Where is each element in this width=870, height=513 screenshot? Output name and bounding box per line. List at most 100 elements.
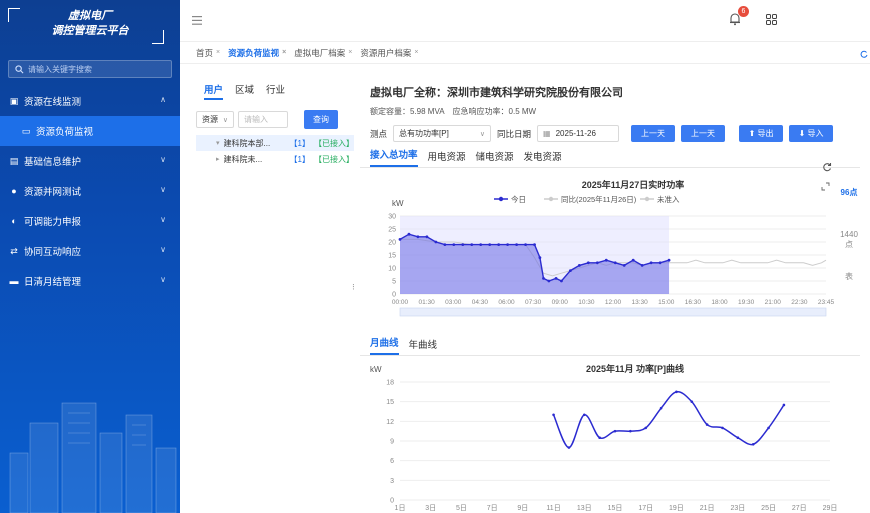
y-tick-label: 25 <box>388 227 396 234</box>
y-tick-label: 20 <box>388 240 396 247</box>
tree-node[interactable]: ▸ 建科院未... 【1】 【已接入】 <box>216 151 354 167</box>
today-point <box>452 243 456 246</box>
caret-down-icon[interactable]: ▾ <box>216 139 220 147</box>
fullscreen-icon[interactable] <box>821 182 830 191</box>
x-tick-label: 23日 <box>730 504 745 512</box>
compare-date-picker[interactable]: ▦ 2025-11-26 <box>537 125 620 142</box>
tree-tab-1[interactable]: 区域 <box>235 82 254 100</box>
today-point <box>622 264 626 267</box>
resource-tab-0[interactable]: 接入总功率 <box>370 147 418 167</box>
close-icon[interactable]: × <box>282 49 286 56</box>
x-tick-label: 3日 <box>425 504 436 512</box>
y-tick-label: 6 <box>390 458 394 465</box>
curve-tab-1[interactable]: 年曲线 <box>409 337 438 355</box>
page-tab-1[interactable]: 资源负荷监视 × <box>228 47 286 59</box>
today-point <box>524 243 527 246</box>
sidebar-item-4[interactable]: ◐ 可调能力申报 ∨ <box>0 206 180 236</box>
monthly-point <box>582 413 586 417</box>
close-icon[interactable]: × <box>348 49 352 56</box>
menu-toggle-icon[interactable] <box>192 16 202 25</box>
sidebar-search[interactable] <box>8 60 172 78</box>
resource-tab-2[interactable]: 储电资源 <box>476 149 514 167</box>
caret-right-icon[interactable]: ▸ <box>216 155 220 163</box>
import-button[interactable]: ⬇ 导入 <box>789 125 834 142</box>
today-point <box>434 240 438 244</box>
monthly-point <box>629 429 632 433</box>
tree-tab-2[interactable]: 行业 <box>266 82 285 100</box>
sidebar-item-1[interactable]: ▭ 资源负荷监视 <box>0 116 180 146</box>
close-icon[interactable]: × <box>216 49 220 56</box>
sidebar-item-label: 资源并网测试 <box>24 187 82 198</box>
tree-tab-0[interactable]: 用户 <box>204 82 224 100</box>
refresh-tabs-icon[interactable] <box>860 50 868 58</box>
monthly-point <box>721 426 724 430</box>
resource-tab-3[interactable]: 发电资源 <box>524 149 562 167</box>
sidebar-item-3[interactable]: ● 资源并网测试 ∨ <box>0 176 180 206</box>
x-tick-label: 21日 <box>700 504 715 512</box>
page-tab-3[interactable]: 资源用户档案 × <box>360 47 418 59</box>
query-button[interactable]: 查询 <box>304 110 338 129</box>
sidebar-item-6[interactable]: ▬ 日清月结管理 ∨ <box>0 266 180 296</box>
today-point <box>658 261 662 265</box>
chevron-down-icon: ∨ <box>160 215 166 224</box>
tree-node[interactable]: ▾ 建科院本部... 【1】 【已接入】 <box>196 135 354 151</box>
capacity-text: 额定容量：5.98 MVA <box>370 107 445 116</box>
x-tick-label: 16:30 <box>685 299 702 306</box>
monthly-point <box>567 446 571 449</box>
y-tick-label: 3 <box>390 478 394 485</box>
x-tick-label: 03:00 <box>445 299 462 306</box>
today-point <box>533 243 536 246</box>
refresh-icon[interactable] <box>822 162 832 172</box>
sidebar-item-label: 基础信息维护 <box>24 157 82 168</box>
y-tick-label: 12 <box>386 419 394 426</box>
filter-type-select[interactable]: 资源 ∨ <box>196 111 234 128</box>
calendar-icon: ▦ <box>543 129 551 138</box>
page-tab-label: 资源用户档案 <box>360 47 412 58</box>
sidebar-item-5[interactable]: ⇄ 协同互动响应 ∨ <box>0 236 180 266</box>
compare-date-label: 同比日期 <box>497 128 532 139</box>
prev-day-button[interactable]: 上一天 <box>631 125 676 142</box>
curve-tab-0[interactable]: 月曲线 <box>370 335 399 355</box>
x-tick-label: 15日 <box>608 504 623 512</box>
x-tick-label: 04:30 <box>472 299 489 306</box>
page-tab-2[interactable]: 虚拟电厂档案 × <box>294 47 352 59</box>
search-icon <box>15 64 24 73</box>
today-point <box>667 258 671 262</box>
sidebar-item-0[interactable]: ▣ 资源在线监测 ∧ <box>0 86 180 116</box>
sidebar-item-icon: ◐ <box>11 216 17 226</box>
chevron-down-icon: ∨ <box>222 116 228 124</box>
realtime-power-chart: 2025年11月27日实时功率 kW 今日 同比(2025年11月26日) 未准入 0 5 1… <box>388 179 835 317</box>
sidebar-item-icon: ▬ <box>9 276 19 286</box>
panel-resize-handle[interactable]: ⁝ <box>352 282 355 293</box>
page-tab-label: 首页 <box>196 47 214 58</box>
next-day-button[interactable]: 上一天 <box>681 125 726 142</box>
legend-label: 今日 <box>511 194 526 204</box>
chart2-title: 2025年11月 功率[P]曲线 <box>586 363 684 374</box>
sidebar-item-label: 协同互动响应 <box>24 247 82 258</box>
today-point <box>640 264 644 267</box>
monthly-point <box>767 426 770 430</box>
sidebar-search-input[interactable] <box>28 64 148 74</box>
metric-select[interactable]: 总有功功率[P] ∨ <box>393 125 492 142</box>
resolution-tab-2[interactable]: 表 <box>838 272 860 282</box>
x-tick-label: 01:30 <box>418 299 435 306</box>
resource-tab-1[interactable]: 用电资源 <box>428 149 466 167</box>
app-logo: 虚拟电厂 调控管理云平台 <box>0 0 180 54</box>
chevron-up-icon: ∧ <box>160 95 166 104</box>
monthly-point <box>552 413 555 417</box>
y-tick-label: 30 <box>388 214 396 221</box>
page-tab-0[interactable]: 首页 × <box>196 47 220 59</box>
resolution-tab-0[interactable]: 96点 <box>838 188 860 198</box>
sidebar-menu: ▣ 资源在线监测 ∧ ▭ 资源负荷监视 ▤ 基础信息维护 ∨ ● 资源并网测试 ∨ ◐ 可调能力申报 ∨ ⇄… <box>0 86 180 296</box>
filter-input[interactable]: 请输入 <box>238 111 288 128</box>
sidebar-item-icon: ▭ <box>21 125 31 136</box>
resolution-tab-1[interactable]: 1440点 <box>838 230 860 250</box>
x-tick-label: 15:00 <box>658 299 675 306</box>
today-point <box>443 243 447 246</box>
sidebar-item-icon: ● <box>11 186 17 196</box>
sidebar-item-2[interactable]: ▤ 基础信息维护 ∨ <box>0 146 180 176</box>
zoom-slider[interactable] <box>399 307 827 317</box>
grid-apps-icon[interactable] <box>766 14 777 25</box>
close-icon[interactable]: × <box>414 49 418 56</box>
export-button[interactable]: ⬆ 导出 <box>739 125 784 142</box>
